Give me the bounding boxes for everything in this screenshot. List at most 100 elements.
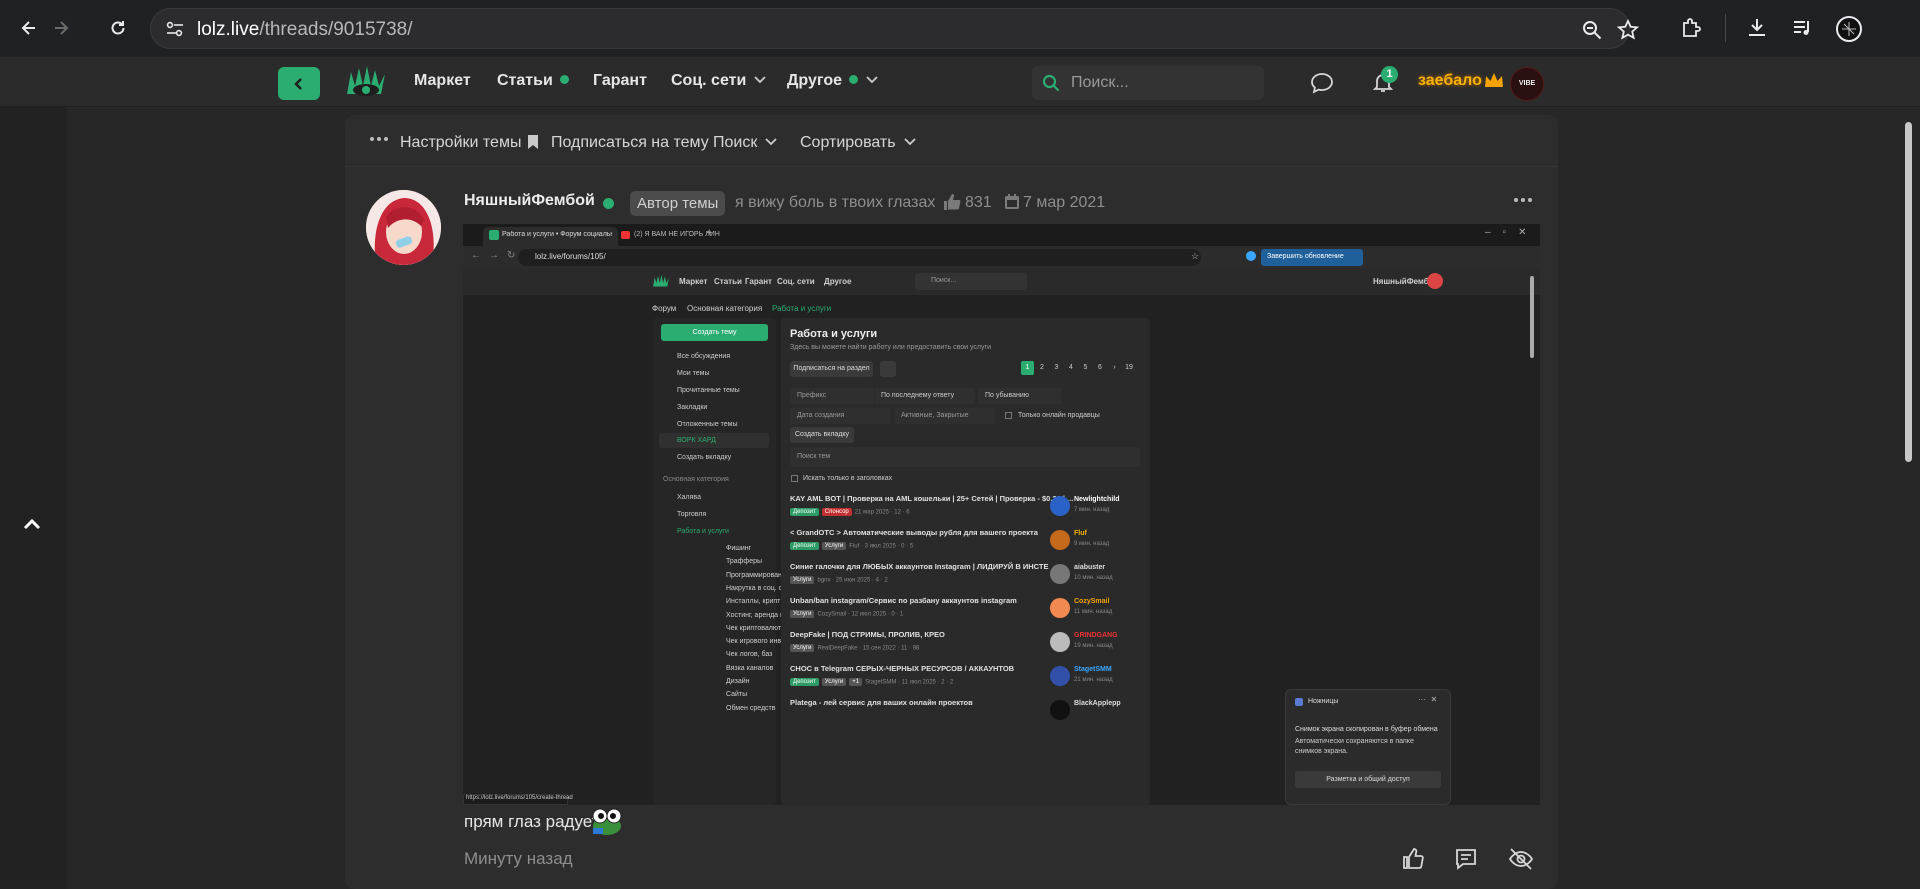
nav-articles[interactable]: Статьи bbox=[497, 72, 569, 90]
shot-last-time: 11 мин. назад bbox=[1074, 609, 1113, 615]
shot-user-avatar bbox=[1050, 666, 1070, 686]
online-dot bbox=[559, 75, 569, 84]
shot-sidebar-item: Мои темы bbox=[677, 370, 710, 377]
nav-other-label: Другое bbox=[787, 72, 842, 89]
shot-subcategory: Чек логов, баз bbox=[726, 651, 773, 659]
shot-filter-dir-label: По убыванию bbox=[985, 392, 1030, 399]
notification-count: 1 bbox=[1381, 66, 1398, 83]
hide-button-icon[interactable] bbox=[1508, 847, 1534, 871]
shot-update-label: Завершить обновление bbox=[1267, 253, 1344, 260]
extensions-icon[interactable] bbox=[1680, 17, 1702, 39]
shot-last-user: CozySmail bbox=[1074, 598, 1110, 605]
shot-page-link: › bbox=[1113, 364, 1116, 371]
bookmark-star-icon[interactable] bbox=[1617, 19, 1639, 41]
nav-social[interactable]: Соц. сети bbox=[671, 72, 766, 90]
forward-icon[interactable] bbox=[46, 13, 76, 43]
shot-subcategory: Сайты bbox=[726, 691, 748, 699]
nav-guarantor[interactable]: Гарант bbox=[593, 72, 647, 90]
download-icon[interactable] bbox=[1746, 16, 1768, 38]
shot-breadcrumb-2: Основная категория bbox=[687, 304, 763, 313]
thread-settings-link[interactable]: Настройки темы bbox=[400, 134, 521, 152]
url-domain: lolz.live bbox=[197, 19, 260, 40]
shot-last-user: BlackApplepp bbox=[1074, 700, 1121, 707]
crown-icon bbox=[1484, 72, 1504, 90]
shot-page-link: 1 bbox=[1021, 361, 1034, 375]
address-bar[interactable]: lolz.live/threads/9015738/ bbox=[150, 8, 1639, 49]
site-search[interactable]: Поиск... bbox=[1032, 66, 1264, 100]
shot-thread-title: Синие галочки для ЛЮБЫХ аккаунтов Instag… bbox=[790, 562, 1049, 571]
shot-thread-info: StagetSMM · 11 июл 2025 · 2 · 2 bbox=[865, 679, 954, 686]
shot-sidebar-item: Все обсуждения bbox=[677, 353, 731, 360]
chevron-down-icon bbox=[765, 138, 777, 146]
shot-thread-meta: Депозит Услуги +1 StagetSMM · 11 июл 2025 ·… bbox=[790, 678, 1045, 686]
chat-icon[interactable] bbox=[1310, 72, 1334, 94]
shot-subscribe-btn: Подписаться на раздел bbox=[790, 361, 873, 377]
shot-thread-title: СНОС в Telegram СЕРЫХ-ЧЕРНЫХ РЕСУРСОВ / … bbox=[790, 664, 1015, 673]
shot-titles-label: Искать только в заголовках bbox=[803, 475, 893, 482]
shot-online-label: Только онлайн продавцы bbox=[1018, 412, 1100, 419]
shot-nav-articles: Статьи bbox=[714, 277, 742, 286]
like-icon bbox=[943, 193, 961, 211]
post-image[interactable]: Работа и услуги • Форум социальной... (2… bbox=[463, 224, 1540, 805]
media-control-icon[interactable] bbox=[1792, 17, 1814, 39]
notifications-icon[interactable]: 1 bbox=[1371, 66, 1398, 94]
shot-subcategory: Чек криптовалюты bbox=[726, 624, 787, 632]
shot-thread-row: KAY AML BOT | Проверка на AML кошельки |… bbox=[790, 494, 1073, 516]
nav-other[interactable]: Другое bbox=[787, 72, 878, 90]
shot-avatar bbox=[1427, 273, 1443, 289]
like-button-icon[interactable] bbox=[1401, 847, 1425, 871]
user-avatar[interactable]: VIBE bbox=[1510, 67, 1544, 101]
shot-last-time: 7 мин. назад bbox=[1074, 507, 1110, 513]
chevron-down-icon bbox=[754, 76, 766, 84]
back-button[interactable] bbox=[278, 67, 320, 100]
nav-social-label: Соц. сети bbox=[671, 72, 747, 89]
username[interactable]: заебало bbox=[1418, 72, 1482, 90]
shot-sidebar-item: ВОРК ХАРД bbox=[677, 437, 716, 444]
shot-thread-tag: Услуги bbox=[821, 542, 847, 550]
shot-thread-info: 21 мар 2025 · 12 · 6 bbox=[854, 509, 910, 516]
thread-toolbar: Настройки темы Подписаться на тему Поиск… bbox=[345, 122, 1558, 167]
shot-thread-info: Fluf · 3 июл 2025 · 0 · 5 bbox=[849, 543, 914, 550]
dots-icon[interactable] bbox=[369, 136, 389, 142]
search-placeholder: Поиск... bbox=[1071, 74, 1129, 91]
shot-user-avatar bbox=[1050, 632, 1070, 652]
reply-button-icon[interactable] bbox=[1454, 847, 1478, 871]
shot-thread-title: DeepFake | ПОД СТРИМЫ, ПРОЛИВ, КРЕО bbox=[790, 630, 945, 639]
subscribe-link[interactable]: Подписаться на тему bbox=[551, 134, 709, 152]
reload-icon[interactable] bbox=[103, 13, 133, 43]
toolbar-divider bbox=[1725, 14, 1726, 42]
zoom-icon[interactable] bbox=[1581, 19, 1603, 41]
author-avatar[interactable] bbox=[366, 190, 441, 265]
post-menu-icon[interactable] bbox=[1513, 197, 1533, 203]
profile-avatar-icon[interactable] bbox=[1836, 16, 1862, 42]
back-icon[interactable] bbox=[14, 13, 44, 43]
site-info-icon[interactable] bbox=[165, 20, 185, 38]
shot-subcategory: Трафферы bbox=[726, 558, 763, 566]
shot-create-tab-btn: Создать вкладку bbox=[790, 427, 854, 443]
shot-sidebar-item: Закладки bbox=[677, 404, 708, 411]
shot-thread-tag: +1 bbox=[849, 678, 863, 686]
page-scrollbar[interactable] bbox=[1905, 122, 1912, 462]
shot-thread-title: < GrandOTC > Автоматические выводы рубля… bbox=[790, 528, 1038, 537]
shot-user-avatar bbox=[1050, 700, 1070, 720]
shot-urlbar bbox=[518, 249, 1201, 266]
site-logo[interactable] bbox=[345, 64, 387, 100]
thread-search-dropdown[interactable]: Поиск bbox=[713, 134, 777, 152]
shot-window-controls: –▫✕ bbox=[1485, 227, 1539, 238]
sort-dropdown[interactable]: Сортировать bbox=[800, 134, 916, 152]
author-name[interactable]: НяшныйФембой bbox=[464, 192, 595, 209]
shot-thread-info: CozySmail · 12 июл 2025 · 0 · 1 bbox=[817, 611, 904, 618]
shot-last-user: Fluf bbox=[1074, 530, 1087, 537]
online-dot bbox=[603, 198, 614, 209]
shot-toast-button: Разметка и общий доступ bbox=[1295, 771, 1441, 788]
shot-newtab-icon: + bbox=[706, 227, 713, 239]
shot-toast-line2: Автоматически сохраняются в папке снимко… bbox=[1295, 738, 1414, 755]
nav-market[interactable]: Маркет bbox=[414, 72, 471, 90]
post-header: НяшныйФембой bbox=[464, 192, 595, 210]
shot-thread-tag: Депозит bbox=[790, 542, 819, 550]
post-time: Минуту назад bbox=[464, 849, 573, 868]
shot-filter-order-label: По последнему ответу bbox=[881, 392, 955, 399]
shot-profile-icon bbox=[1246, 251, 1256, 261]
shot-thread-meta: Депозит Спонсор 21 мар 2025 · 12 · 6 bbox=[790, 508, 1045, 516]
scroll-top-icon[interactable] bbox=[22, 517, 42, 531]
